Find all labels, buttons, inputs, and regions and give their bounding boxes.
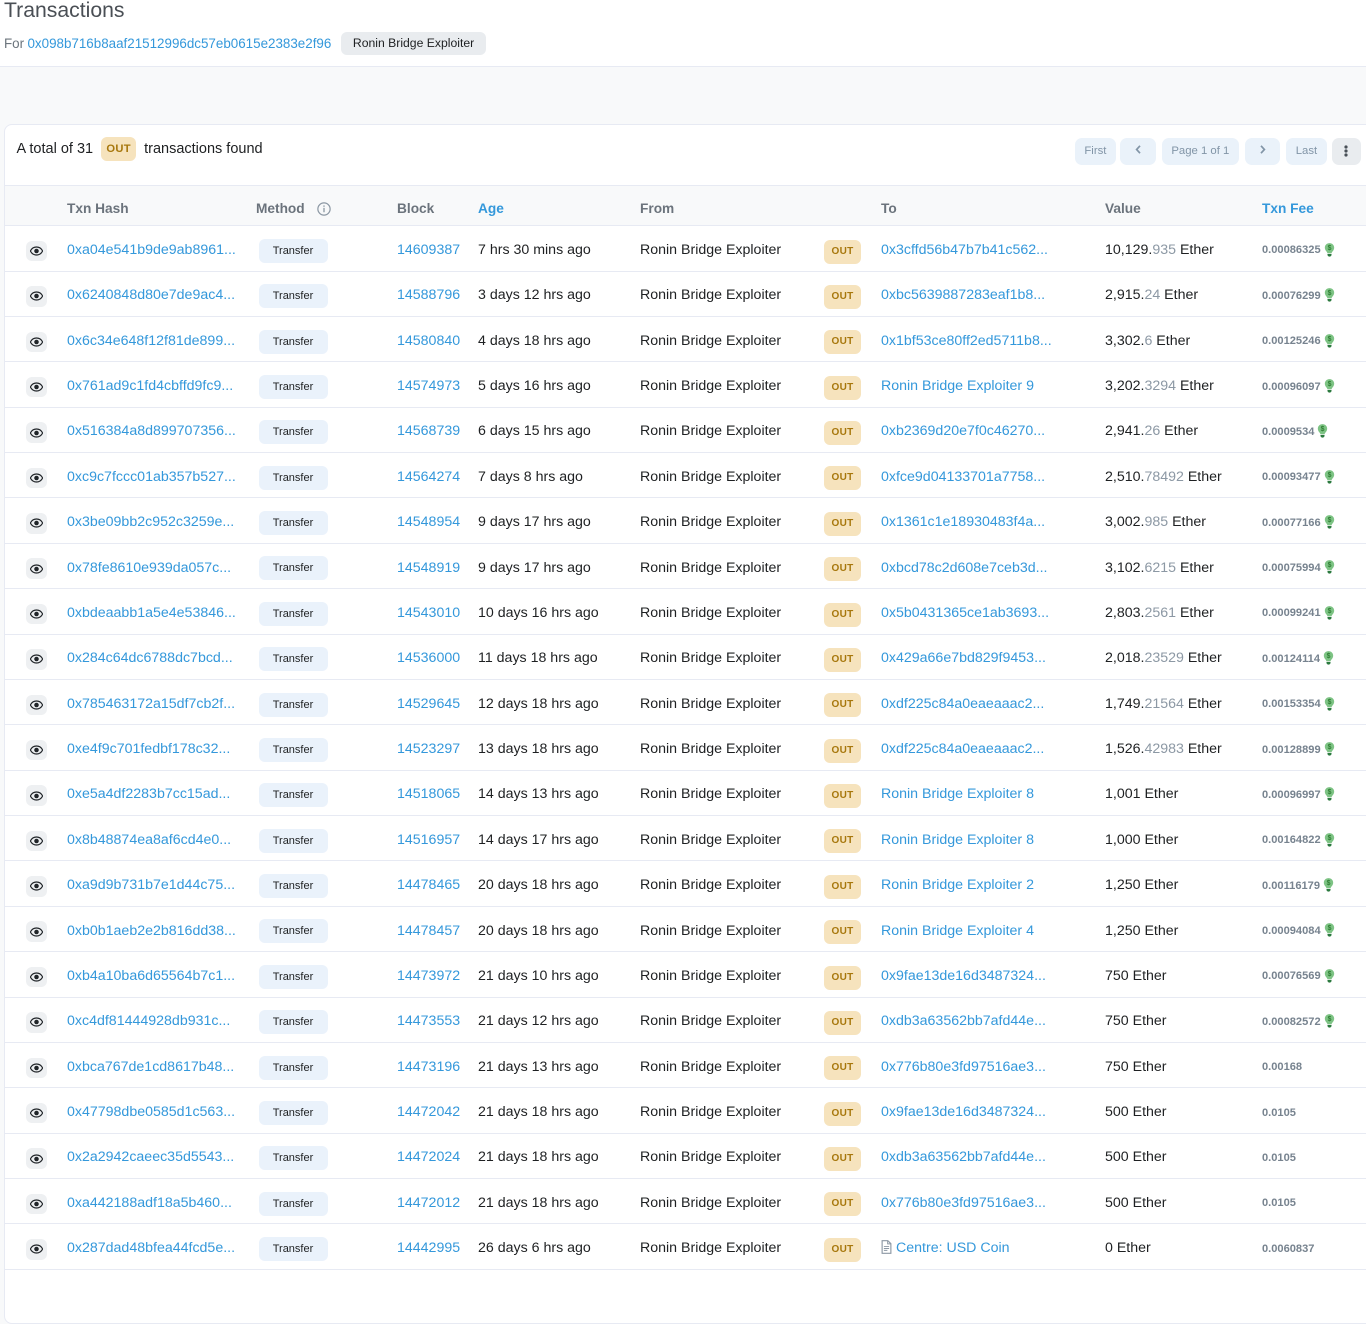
svg-text:$: $ [1327,336,1331,343]
svg-text:$: $ [1327,971,1331,978]
svg-text:$: $ [1327,563,1331,570]
svg-text:$: $ [1327,653,1331,660]
svg-text:$: $ [1327,245,1331,252]
svg-text:$: $ [1327,608,1331,615]
svg-text:$: $ [1321,426,1325,433]
svg-text:$: $ [1327,926,1331,933]
svg-text:$: $ [1327,381,1331,388]
svg-text:$: $ [1327,1016,1331,1023]
svg-text:$: $ [1327,789,1331,796]
svg-text:$: $ [1327,880,1331,887]
svg-text:$: $ [1327,517,1331,524]
svg-text:$: $ [1327,744,1331,751]
svg-text:$: $ [1327,472,1331,479]
svg-text:$: $ [1327,290,1331,297]
svg-text:$: $ [1327,835,1331,842]
svg-text:$: $ [1327,699,1331,706]
